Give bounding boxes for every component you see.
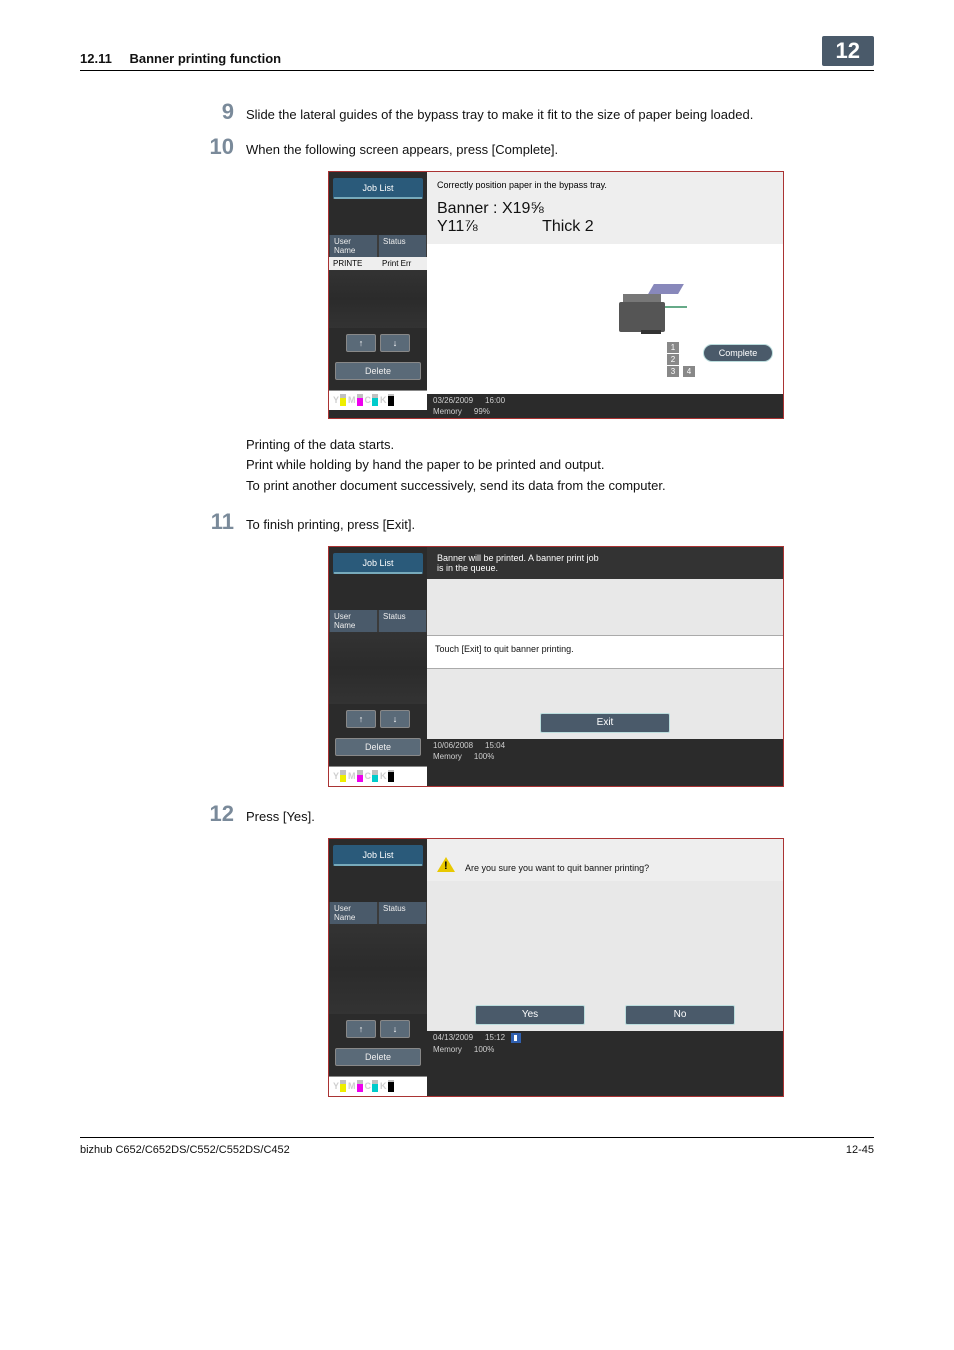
post-text: Printing of the data starts. [246,435,874,456]
hint-text: Touch [Exit] to quit banner printing. [427,635,783,669]
col-status: Status [379,610,426,632]
delete-button[interactable]: Delete [335,738,421,756]
memory-label: Memory [433,752,462,761]
no-button[interactable]: No [625,1005,735,1025]
step-number: 12 [198,803,246,825]
toner-levels: Y M C K [329,1076,427,1096]
exit-button[interactable]: Exit [540,713,670,733]
date-text: 10/06/2008 [433,741,473,750]
job-list-button[interactable]: Job List [333,553,423,574]
arrow-up-button[interactable]: ↑ [346,710,376,728]
model-text: bizhub C652/C652DS/C552/C552DS/C452 [80,1144,290,1156]
job-list-button[interactable]: Job List [333,845,423,866]
yes-button[interactable]: Yes [475,1005,585,1025]
post-text: To print another document successively, … [246,476,874,497]
job-list-button[interactable]: Job List [333,178,423,199]
toner-levels: Y M C K [329,766,427,786]
toner-levels: Y M C K [329,390,427,410]
thick-label: Thick 2 [542,218,594,235]
memory-label: Memory [433,407,462,416]
step-number: 10 [198,136,246,158]
arrow-down-button[interactable]: ↓ [380,710,410,728]
time-text: 15:04 [485,741,505,750]
step-11: 11 To finish printing, press [Exit]. [80,511,874,536]
printer-icon [613,284,683,344]
screenshot-yesno: Job List User Name Status ↑ ↓ Delete Y M… [328,838,784,1097]
col-user: User Name [330,610,377,632]
step-12: 12 Press [Yes]. [80,803,874,828]
section-title: Banner printing function [129,51,281,66]
step-9: 9 Slide the lateral guides of the bypass… [80,101,874,126]
time-text: 16:00 [485,396,505,405]
memory-label: Memory [433,1045,462,1054]
memory-value: 99% [474,407,490,416]
date-text: 04/13/2009 [433,1033,473,1043]
delete-button[interactable]: Delete [335,1048,421,1066]
page-header: 12.11 Banner printing function 12 [80,36,874,71]
screenshot-complete: Job List User Name Status PRINTE Print E… [328,171,784,419]
data-icon [511,1033,521,1043]
chapter-badge: 12 [822,36,874,66]
arrow-up-button[interactable]: ↑ [346,334,376,352]
section-number: 12.11 [80,51,112,66]
step-text: Press [Yes]. [246,803,315,828]
banner-label: Banner : [437,200,497,217]
step-number: 9 [198,101,246,123]
arrow-down-button[interactable]: ↓ [380,1020,410,1038]
col-status: Status [379,902,426,924]
col-user: User Name [330,902,377,924]
instruction-text: Correctly position paper in the bypass t… [437,180,773,190]
confirm-text: Are you sure you want to quit banner pri… [465,863,649,873]
table-row[interactable]: PRINTE Print Err [329,257,427,270]
time-text: 15:12 [485,1033,505,1042]
screenshot-exit: Job List User Name Status ↑ ↓ Delete Y M… [328,546,784,787]
page-footer: bizhub C652/C652DS/C552/C552DS/C452 12-4… [80,1137,874,1156]
post-text: Print while holding by hand the paper to… [246,455,874,476]
step-text: To finish printing, press [Exit]. [246,511,415,536]
complete-button[interactable]: Complete [703,344,773,362]
step-text: Slide the lateral guides of the bypass t… [246,101,753,126]
warning-icon [437,848,455,872]
date-text: 03/26/2009 [433,396,473,405]
page-number: 12-45 [846,1144,874,1156]
memory-value: 100% [474,1045,494,1054]
step-text: When the following screen appears, press… [246,136,558,161]
arrow-down-button[interactable]: ↓ [380,334,410,352]
instruction-text: Banner will be printed. A banner print j… [427,547,783,579]
col-user: User Name [330,235,377,257]
arrow-up-button[interactable]: ↑ [346,1020,376,1038]
col-status: Status [379,235,426,257]
step-number: 11 [198,511,246,533]
delete-button[interactable]: Delete [335,362,421,380]
step-10: 10 When the following screen appears, pr… [80,136,874,161]
memory-value: 100% [474,752,494,761]
